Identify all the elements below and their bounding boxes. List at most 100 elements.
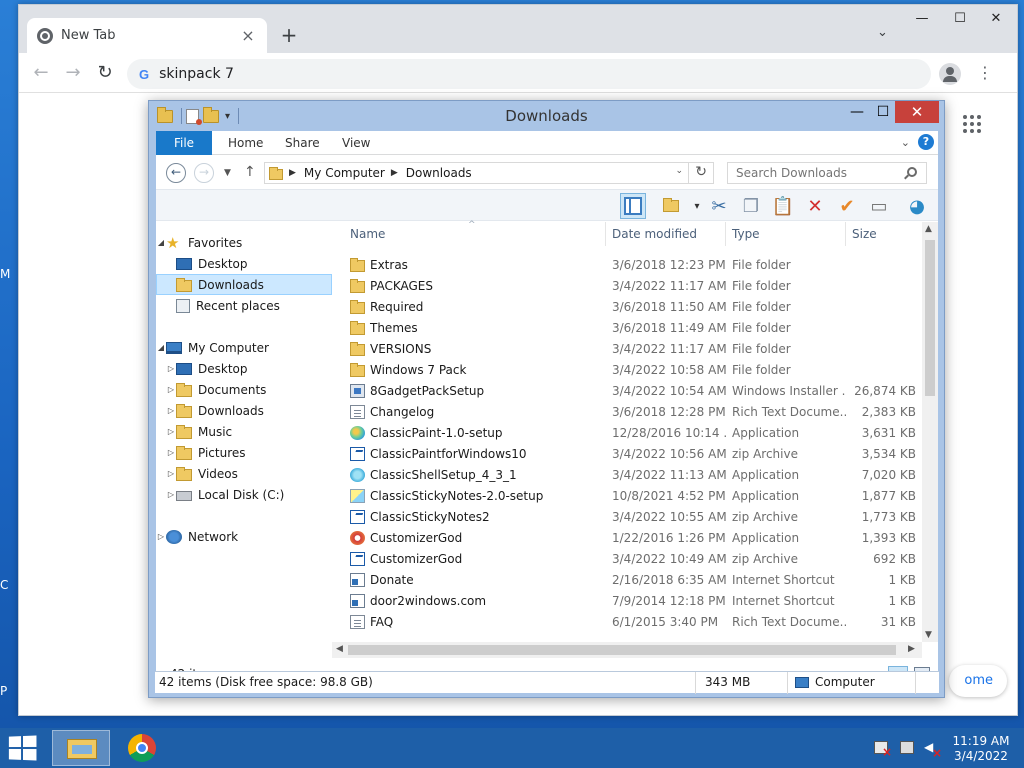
nav-fav-downloads[interactable]: Downloads	[156, 274, 332, 295]
expand-icon[interactable]: ▷	[166, 427, 176, 436]
column-header-name[interactable]: ^ Name	[332, 220, 606, 246]
nav-computer-downloads[interactable]: ▷ Downloads	[156, 400, 332, 421]
horizontal-scrollbar[interactable]: ◀ ▶	[332, 642, 922, 658]
nav-computer-pictures[interactable]: ▷ Pictures	[156, 442, 332, 463]
scroll-thumb[interactable]	[925, 240, 935, 396]
paste-icon[interactable]: 📋	[770, 193, 796, 219]
taskbar-chrome[interactable]	[114, 730, 172, 766]
nav-fav-recent-places[interactable]: Recent places	[156, 295, 332, 316]
customize-chrome-button[interactable]: ome	[949, 665, 1007, 697]
copy-icon[interactable]: ❐	[738, 193, 764, 219]
expand-icon[interactable]: ▷	[156, 532, 166, 541]
file-row[interactable]: door2windows.com 7/9/2014 12:18 PM Interne…	[332, 590, 922, 611]
expand-ribbon-icon[interactable]: ⌄	[901, 136, 910, 149]
column-header-size[interactable]: Size	[846, 222, 922, 246]
expand-icon[interactable]: ▷	[166, 448, 176, 457]
nav-computer-local-disk[interactable]: ▷ Local Disk (C:)	[156, 484, 332, 505]
tab-file[interactable]: File	[156, 131, 212, 155]
navigation-pane-button[interactable]	[620, 193, 646, 219]
file-row[interactable]: PACKAGES 3/4/2022 11:17 AM File folder	[332, 275, 922, 296]
scroll-down-icon[interactable]: ▼	[925, 630, 932, 640]
up-arrow-icon[interactable]: ↑	[244, 164, 256, 180]
expand-icon[interactable]: ▷	[166, 469, 176, 478]
expand-icon[interactable]: ▷	[166, 364, 176, 373]
file-row[interactable]: Donate 2/16/2018 6:35 AM Internet Shortcut…	[332, 569, 922, 590]
file-row[interactable]: ClassicPaint-1.0-setup 12/28/2016 10:14 .…	[332, 422, 922, 443]
forward-button[interactable]: →	[61, 61, 85, 85]
nav-computer-music[interactable]: ▷ Music	[156, 421, 332, 442]
breadcrumb-my-computer[interactable]: My Computer	[304, 166, 385, 180]
tab-share[interactable]: Share	[273, 131, 332, 155]
column-header-date[interactable]: Date modified	[606, 222, 726, 246]
file-row[interactable]: ClassicPaintforWindows10 3/4/2022 10:56 A…	[332, 443, 922, 464]
action-center-icon[interactable]	[874, 741, 892, 759]
expand-icon[interactable]: ▷	[166, 385, 176, 394]
taskbar-explorer[interactable]	[52, 730, 110, 766]
file-row[interactable]: VERSIONS 3/4/2022 11:17 AM File folder	[332, 338, 922, 359]
search-input[interactable]	[727, 162, 927, 184]
chrome-maximize-button[interactable]: ☐	[945, 9, 975, 29]
google-apps-icon[interactable]	[963, 115, 981, 133]
nav-computer-desktop[interactable]: ▷ Desktop	[156, 358, 332, 379]
rename-check-icon[interactable]: ✔	[834, 193, 860, 219]
profile-icon[interactable]	[939, 63, 961, 85]
vertical-scrollbar[interactable]: ▲ ▼	[922, 222, 938, 642]
reload-button[interactable]: ↻	[93, 61, 117, 85]
file-row[interactable]: ClassicShellSetup_4_3_1 3/4/2022 11:13 AM…	[332, 464, 922, 485]
file-row[interactable]: 8GadgetPackSetup 3/4/2022 10:54 AM Windows…	[332, 380, 922, 401]
file-row[interactable]: Changelog 3/6/2018 12:28 PM Rich Text Docu…	[332, 401, 922, 422]
tab-new-tab[interactable]: New Tab ×	[27, 18, 267, 53]
horizontal-scroll-thumb[interactable]	[348, 645, 896, 655]
cut-icon[interactable]: ✂	[706, 193, 732, 219]
nav-fav-desktop[interactable]: Desktop	[156, 253, 332, 274]
collapse-icon[interactable]: ◢	[156, 238, 166, 247]
nav-computer-videos[interactable]: ▷ Videos	[156, 463, 332, 484]
chrome-menu-icon[interactable]: ⋮	[977, 63, 993, 83]
back-arrow-icon[interactable]: ←	[166, 163, 186, 183]
file-row[interactable]: ClassicStickyNotes-2.0-setup 10/8/2021 4:…	[332, 485, 922, 506]
file-row[interactable]: CustomizerGod 3/4/2022 10:49 AM zip Archiv…	[332, 548, 922, 569]
explorer-minimize-button[interactable]: —	[843, 103, 871, 123]
nav-computer-documents[interactable]: ▷ Documents	[156, 379, 332, 400]
file-row[interactable]: CustomizerGod 1/22/2016 1:26 PM Applicatio…	[332, 527, 922, 548]
recent-locations-icon[interactable]: ▼	[224, 168, 231, 178]
omnibox[interactable]: G skinpack 7	[127, 59, 931, 89]
scroll-right-icon[interactable]: ▶	[908, 644, 915, 654]
file-row[interactable]: Windows 7 Pack 3/4/2022 10:58 AM File fold…	[332, 359, 922, 380]
column-header-type[interactable]: Type	[726, 222, 846, 246]
system-clock[interactable]: 11:19 AM 3/4/2022	[950, 734, 1012, 764]
file-row[interactable]: Themes 3/6/2018 11:49 AM File folder	[332, 317, 922, 338]
explorer-maximize-button[interactable]: ☐	[869, 103, 897, 123]
file-row[interactable]: ClassicStickyNotes2 3/4/2022 10:55 AM zip …	[332, 506, 922, 527]
file-row[interactable]: FAQ 6/1/2015 3:40 PM Rich Text Docume... 31…	[332, 611, 922, 632]
explorer-close-button[interactable]: ✕	[895, 101, 939, 123]
scroll-up-icon[interactable]: ▲	[925, 224, 932, 234]
tab-view[interactable]: View	[330, 131, 382, 155]
expand-icon[interactable]: ▷	[166, 490, 176, 499]
network-globe-icon[interactable]: ◕	[904, 193, 930, 219]
back-button[interactable]: ←	[29, 61, 53, 85]
file-row[interactable]: Extras 3/6/2018 12:23 PM File folder	[332, 254, 922, 275]
tab-home[interactable]: Home	[216, 131, 275, 155]
chrome-minimize-button[interactable]: —	[907, 9, 937, 29]
collapse-icon[interactable]: ◢	[156, 343, 166, 352]
delete-icon[interactable]: ✕	[802, 193, 828, 219]
tab-search-chevron-icon[interactable]: ⌄	[877, 25, 888, 40]
address-bar[interactable]: ▶ My Computer ▶ Downloads ⌄ ↻	[264, 162, 714, 184]
start-button[interactable]	[8, 735, 39, 761]
refresh-icon[interactable]: ↻	[695, 164, 707, 180]
volume-muted-icon[interactable]: ◀	[924, 741, 942, 761]
chrome-close-button[interactable]: ✕	[981, 9, 1011, 29]
network-tray-icon[interactable]	[900, 741, 914, 754]
breadcrumb-downloads[interactable]: Downloads	[406, 166, 472, 180]
file-row[interactable]: Required 3/6/2018 11:50 AM File folder	[332, 296, 922, 317]
new-tab-button[interactable]: +	[277, 23, 301, 47]
address-dropdown-icon[interactable]: ⌄	[675, 166, 683, 176]
nav-favorites[interactable]: ◢ ★ Favorites	[156, 232, 332, 253]
properties-button[interactable]	[658, 193, 684, 219]
nav-network[interactable]: ▷ Network	[156, 526, 332, 547]
forward-arrow-icon[interactable]: →	[194, 163, 214, 183]
rename-field-icon[interactable]: ▭	[866, 193, 892, 219]
nav-my-computer[interactable]: ◢ My Computer	[156, 337, 332, 358]
expand-icon[interactable]: ▷	[166, 406, 176, 415]
